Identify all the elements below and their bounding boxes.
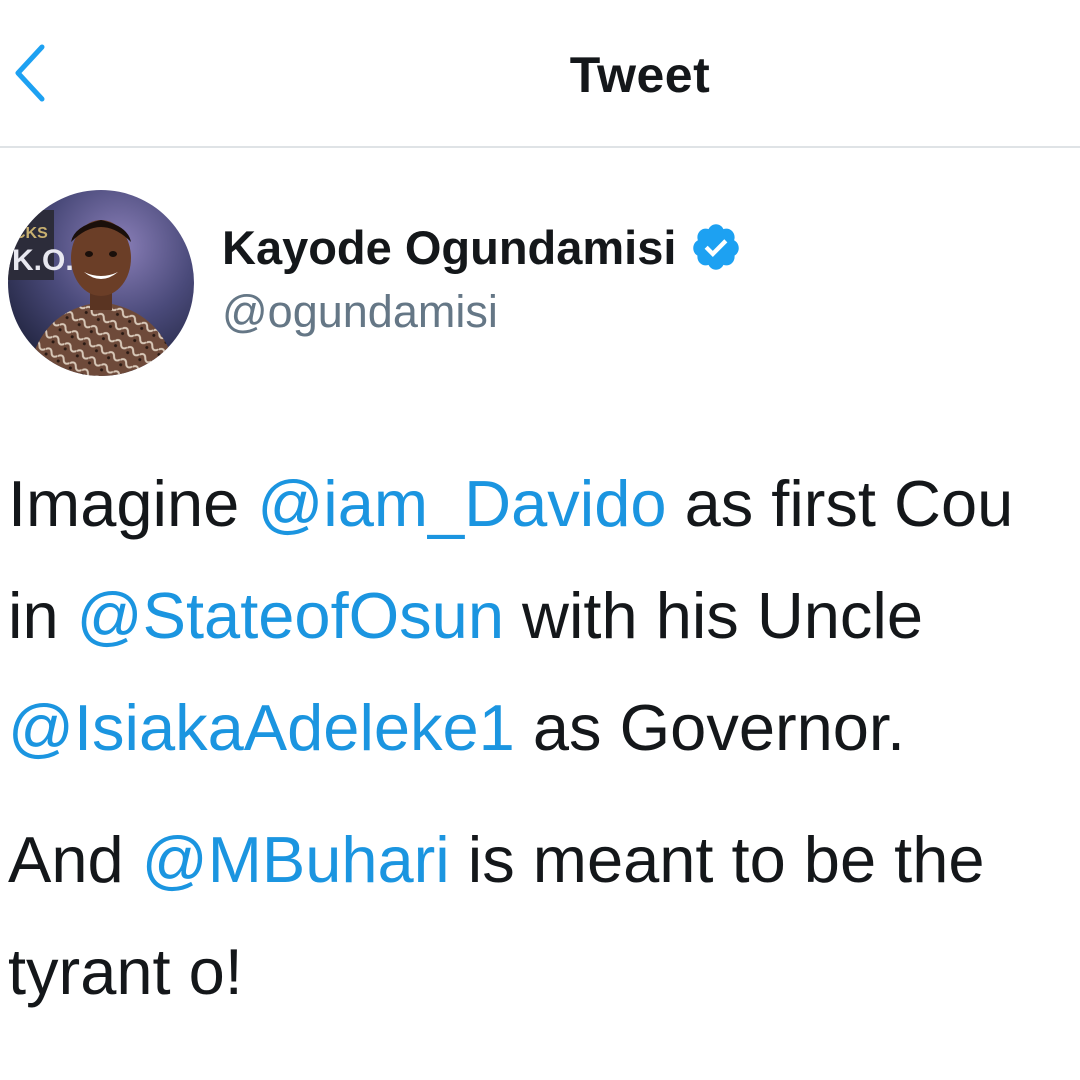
page-title: Tweet [569,47,711,103]
tweet-text-segment: is meant to be the [449,823,985,896]
mention-link[interactable]: @IsiakaAdeleke1 [8,691,515,764]
tweet-text-segment: with his Uncle [503,579,924,652]
author-handle[interactable]: @ogundamisi [222,286,742,338]
tweet-text-segment: as Governor. [514,691,906,764]
tweet-line: in @StateofOsun with his Uncle [8,560,1080,672]
svg-text:K.O.: K.O. [12,244,74,277]
mention-link[interactable]: @StateofOsun [77,579,504,652]
mention-link[interactable]: @iam_Davido [257,467,666,540]
tweet-text-segment: in [8,579,77,652]
author-name[interactable]: Kayode Ogundamisi [222,220,676,275]
avatar[interactable]: CKS K.O. [8,190,194,376]
tweet-paragraph: And @MBuhari is meant to be the tyrant o! [8,804,1080,1028]
verified-badge-icon [690,221,742,273]
author-name-row: Kayode Ogundamisi [222,214,742,280]
mention-link[interactable]: @MBuhari [142,823,450,896]
tweet-text-segment: as first Cou [666,467,1014,540]
author-block: Kayode Ogundamisi @ogundamisi [222,214,742,338]
svg-text:CKS: CKS [14,225,48,242]
tweet-line: Imagine @iam_Davido as first Cou [8,448,1080,560]
tweet-text-segment: Imagine [8,467,258,540]
author-photo: CKS K.O. [8,190,194,376]
tweet-text: Imagine @iam_Davido as first Cou in @Stat… [8,448,1080,1028]
navigation-bar: Tweet [0,0,1080,148]
tweet-text-segment: And [8,823,142,896]
tweet-line: And @MBuhari is meant to be the [8,804,1080,916]
tweet-paragraph: Imagine @iam_Davido as first Cou in @Stat… [8,448,1080,784]
tweet-line: @IsiakaAdeleke1 as Governor. [8,672,1080,784]
tweet-line: tyrant o! [8,916,1080,1028]
tweet-text-segment: tyrant o! [8,935,243,1008]
